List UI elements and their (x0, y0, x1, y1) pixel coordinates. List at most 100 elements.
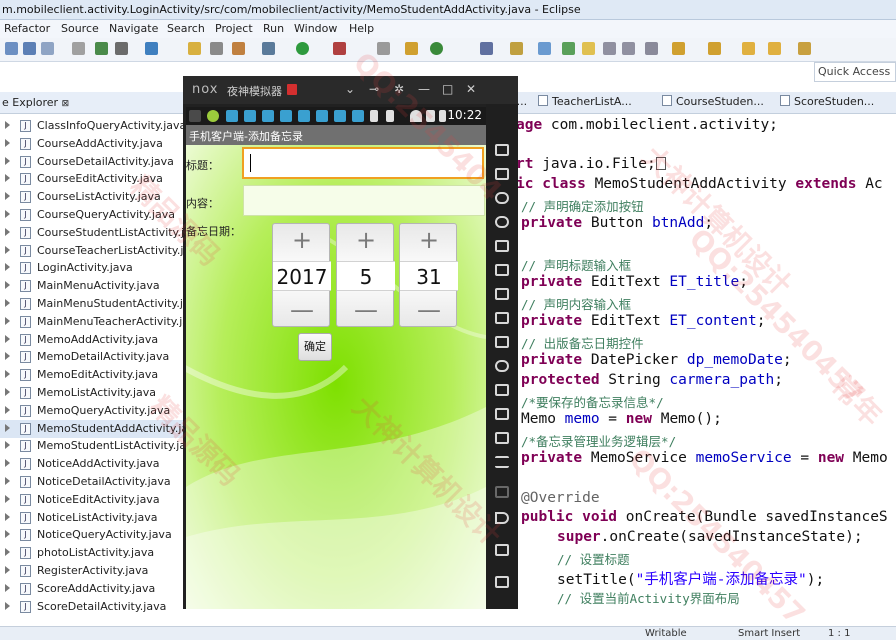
expand-arrow-icon[interactable] (5, 210, 10, 218)
title-input[interactable] (242, 147, 484, 179)
package-explorer-file[interactable]: J MemoQueryActivity.java (0, 402, 185, 420)
open-folder-icon[interactable] (188, 42, 201, 55)
package-explorer-file[interactable]: J ClassInfoQueryActivity.java (0, 117, 185, 135)
save-all-icon[interactable] (41, 42, 54, 55)
package-explorer-file[interactable]: JphotoListActivity.java (0, 544, 185, 562)
maximize-icon[interactable]: □ (442, 82, 453, 96)
robot-icon[interactable] (495, 168, 509, 180)
package-explorer-file[interactable]: J NoticeDetailActivity.java (0, 473, 185, 491)
package-explorer-file[interactable]: J ScoreDetailActivity.java (0, 598, 185, 616)
month-picker[interactable]: + 5 — (336, 223, 395, 327)
month-decrement-button[interactable]: — (337, 296, 395, 324)
package-explorer-file[interactable]: J CourseQueryActivity.java (0, 206, 185, 224)
code-editor[interactable]: age com.mobileclient.activity; rt java.i… (486, 114, 896, 626)
expand-arrow-icon[interactable] (5, 548, 10, 557)
screen-icon[interactable] (495, 240, 509, 252)
confirm-button[interactable]: 确定 (298, 333, 332, 361)
annotation-prev-icon[interactable] (708, 42, 721, 55)
menu-refactor[interactable]: Refactor (4, 22, 50, 35)
expand-arrow-icon[interactable] (5, 601, 10, 610)
close-view-icon[interactable]: ⊠ (62, 99, 70, 109)
menu-source[interactable]: Source (61, 22, 99, 35)
minimize-icon[interactable]: — (418, 82, 430, 96)
package-explorer-file[interactable]: J MemoStudentListActivity.java (0, 437, 185, 455)
package-explorer-file[interactable]: J MemoListActivity.java (0, 384, 185, 402)
menu-navigate[interactable]: Navigate (109, 22, 158, 35)
expand-arrow-icon[interactable] (5, 494, 10, 503)
year-decrement-button[interactable]: — (273, 296, 331, 324)
block-icon[interactable] (603, 42, 616, 55)
package-explorer-file[interactable]: J CourseAddActivity.java (0, 135, 185, 153)
back-nav-icon[interactable] (495, 512, 509, 524)
expand-icon[interactable] (495, 486, 509, 498)
expand-arrow-icon[interactable] (5, 174, 10, 183)
package-explorer-file[interactable]: J CourseStudentListActivity.java (0, 224, 185, 242)
run-icon[interactable] (296, 42, 309, 55)
expand-arrow-icon[interactable] (5, 281, 10, 290)
quick-access-input[interactable]: Quick Access (814, 62, 896, 82)
expand-arrow-icon[interactable] (5, 566, 10, 574)
package-explorer-file[interactable]: J CourseEditActivity.java (0, 170, 185, 188)
package-explorer-file[interactable]: J CourseDetailActivity.java (0, 153, 185, 171)
expand-arrow-icon[interactable] (5, 512, 10, 521)
new-class-icon[interactable] (480, 42, 493, 55)
annotation-next-icon[interactable] (672, 42, 685, 55)
terminal-icon[interactable] (210, 42, 223, 55)
expand-arrow-icon[interactable] (5, 121, 10, 129)
day-picker[interactable]: + 31 — (399, 223, 458, 327)
save-icon[interactable] (23, 42, 36, 55)
refresh-icon[interactable] (430, 42, 443, 55)
menu-project[interactable]: Project (215, 22, 253, 35)
tab-score-student[interactable]: ScoreStuden... (780, 95, 874, 108)
toggle-icon[interactable] (562, 42, 575, 55)
expand-arrow-icon[interactable] (5, 334, 10, 343)
day-increment-button[interactable]: + (400, 226, 458, 254)
package-explorer-file[interactable]: J NoticeListActivity.java (0, 509, 185, 527)
window-icon[interactable] (645, 42, 658, 55)
expand-arrow-icon[interactable] (5, 352, 10, 361)
expand-arrow-icon[interactable] (5, 388, 10, 396)
package-explorer-file[interactable]: J MainMenuTeacherActivity.java (0, 313, 185, 331)
new-icon[interactable] (5, 42, 18, 55)
content-input[interactable] (243, 185, 485, 216)
home-icon[interactable] (495, 544, 509, 556)
package-explorer-file[interactable]: J ScoreAddActivity.java (0, 580, 185, 598)
expand-arrow-icon[interactable] (5, 405, 10, 414)
print-icon[interactable] (72, 42, 85, 55)
fullscreen-icon[interactable] (495, 264, 509, 276)
macro-icon[interactable] (495, 432, 509, 444)
grid-icon[interactable] (405, 42, 418, 55)
expand-arrow-icon[interactable] (5, 316, 10, 325)
package-explorer-file[interactable]: J MainMenuActivity.java (0, 277, 185, 295)
volume-up-icon[interactable] (495, 288, 509, 300)
package-explorer-file[interactable]: J MemoDetailActivity.java (0, 348, 185, 366)
expand-arrow-icon[interactable] (5, 370, 10, 379)
year-value[interactable]: 2017 (273, 261, 331, 291)
scissors-icon[interactable] (495, 192, 509, 204)
package-explorer-file[interactable]: J NoticeEditActivity.java (0, 491, 185, 509)
back-icon[interactable] (742, 42, 755, 55)
camera-icon[interactable] (495, 336, 509, 348)
expand-arrow-icon[interactable] (5, 227, 10, 236)
multi-instance-icon[interactable] (495, 384, 509, 396)
expand-arrow-icon[interactable] (5, 263, 10, 272)
package-explorer-file[interactable]: J MemoStudentAddActivity.java (0, 419, 185, 438)
highlight-icon[interactable] (582, 42, 595, 55)
pen-icon[interactable] (538, 42, 551, 55)
build-icon[interactable] (95, 42, 108, 55)
phone-icon[interactable] (495, 144, 509, 156)
nav-arrow-icon[interactable] (798, 42, 811, 55)
shake-icon[interactable] (495, 360, 509, 372)
day-value[interactable]: 31 (400, 261, 458, 291)
location-icon[interactable] (495, 216, 509, 228)
expand-arrow-icon[interactable] (5, 192, 10, 201)
recent-apps-icon[interactable] (495, 576, 509, 588)
menu-search[interactable]: Search (167, 22, 205, 35)
tab-course-student[interactable]: CourseStuden... (662, 95, 764, 108)
expand-arrow-icon[interactable] (5, 530, 10, 539)
package-explorer-file[interactable]: J RegisterActivity.java (0, 562, 185, 580)
expand-arrow-icon[interactable] (5, 441, 10, 450)
android-sdk-icon[interactable] (115, 42, 128, 55)
expand-arrow-icon[interactable] (5, 138, 10, 147)
menu-help[interactable]: Help (349, 22, 374, 35)
